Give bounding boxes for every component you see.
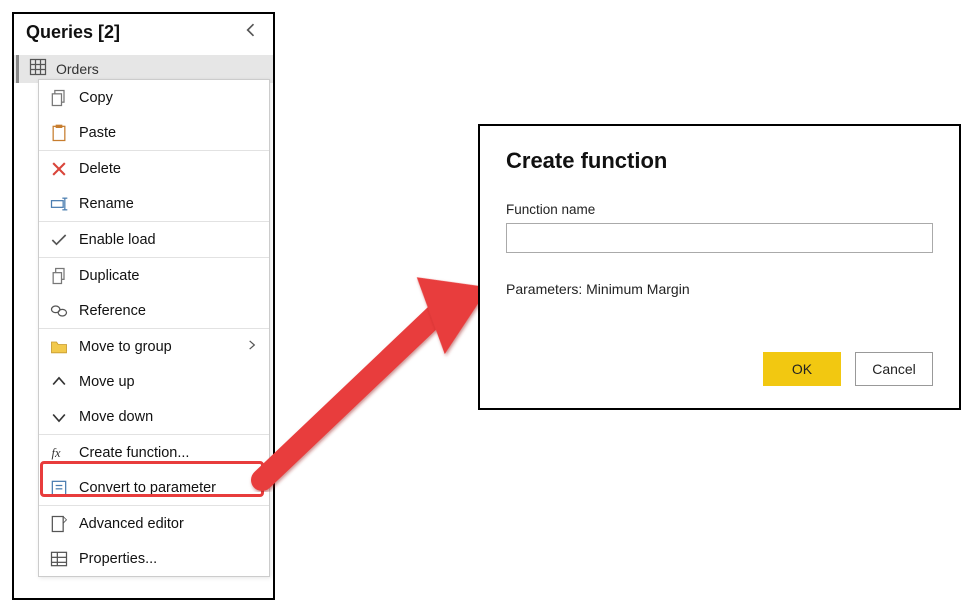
menu-properties[interactable]: Properties... xyxy=(39,541,269,576)
dialog-title: Create function xyxy=(506,148,933,174)
rename-icon xyxy=(47,192,71,216)
menu-reference[interactable]: Reference xyxy=(39,293,269,328)
checkmark-icon xyxy=(47,228,71,252)
menu-label: Convert to parameter xyxy=(79,480,216,496)
function-name-label: Function name xyxy=(506,202,933,217)
reference-icon xyxy=(47,299,71,323)
selection-indicator xyxy=(16,55,19,83)
button-label: OK xyxy=(792,361,812,377)
chevron-up-icon xyxy=(47,370,71,394)
menu-duplicate[interactable]: Duplicate xyxy=(39,258,269,293)
menu-label: Reference xyxy=(79,303,146,319)
menu-label: Advanced editor xyxy=(79,516,184,532)
panel-title: Queries [2] xyxy=(26,22,120,43)
function-name-input[interactable] xyxy=(506,223,933,253)
menu-advanced-editor[interactable]: Advanced editor xyxy=(39,506,269,541)
menu-copy[interactable]: Copy xyxy=(39,80,269,115)
menu-label: Rename xyxy=(79,196,134,212)
menu-label: Enable load xyxy=(79,232,156,248)
copy-icon xyxy=(47,86,71,110)
cancel-button[interactable]: Cancel xyxy=(855,352,933,386)
menu-label: Paste xyxy=(79,125,116,141)
menu-label: Create function... xyxy=(79,445,189,461)
advanced-editor-icon xyxy=(47,512,71,536)
parameter-icon xyxy=(47,476,71,500)
ok-button[interactable]: OK xyxy=(763,352,841,386)
button-label: Cancel xyxy=(872,361,916,377)
menu-label: Move up xyxy=(79,374,135,390)
svg-text:fx: fx xyxy=(52,446,61,460)
menu-paste[interactable]: Paste xyxy=(39,115,269,150)
create-function-dialog: Create function Function name Parameters… xyxy=(478,124,961,410)
menu-create-function[interactable]: fx Create function... xyxy=(39,435,269,470)
table-icon xyxy=(28,57,48,82)
menu-label: Delete xyxy=(79,161,121,177)
properties-icon xyxy=(47,547,71,571)
menu-convert-to-parameter[interactable]: Convert to parameter xyxy=(39,470,269,505)
collapse-panel-button[interactable] xyxy=(241,20,261,45)
paste-icon xyxy=(47,121,71,145)
menu-rename[interactable]: Rename xyxy=(39,186,269,221)
panel-header: Queries [2] xyxy=(14,14,273,55)
context-menu: Copy Paste Delete Rename Enable load Dup… xyxy=(38,79,270,577)
folder-icon xyxy=(47,335,71,359)
duplicate-icon xyxy=(47,264,71,288)
chevron-left-icon xyxy=(241,20,261,40)
menu-label: Move down xyxy=(79,409,153,425)
chevron-down-icon xyxy=(47,405,71,429)
query-label: Orders xyxy=(56,61,99,77)
delete-icon xyxy=(47,157,71,181)
menu-label: Properties... xyxy=(79,551,157,567)
chevron-right-icon xyxy=(245,338,259,356)
function-icon: fx xyxy=(47,441,71,465)
menu-move-up[interactable]: Move up xyxy=(39,364,269,399)
menu-move-down[interactable]: Move down xyxy=(39,399,269,434)
arrow-annotation xyxy=(244,262,494,492)
menu-enable-load[interactable]: Enable load xyxy=(39,222,269,257)
menu-label: Duplicate xyxy=(79,268,139,284)
menu-label: Move to group xyxy=(79,339,172,355)
parameters-text: Parameters: Minimum Margin xyxy=(506,281,933,297)
menu-label: Copy xyxy=(79,90,113,106)
menu-delete[interactable]: Delete xyxy=(39,151,269,186)
dialog-button-row: OK Cancel xyxy=(763,352,933,386)
menu-move-to-group[interactable]: Move to group xyxy=(39,329,269,364)
